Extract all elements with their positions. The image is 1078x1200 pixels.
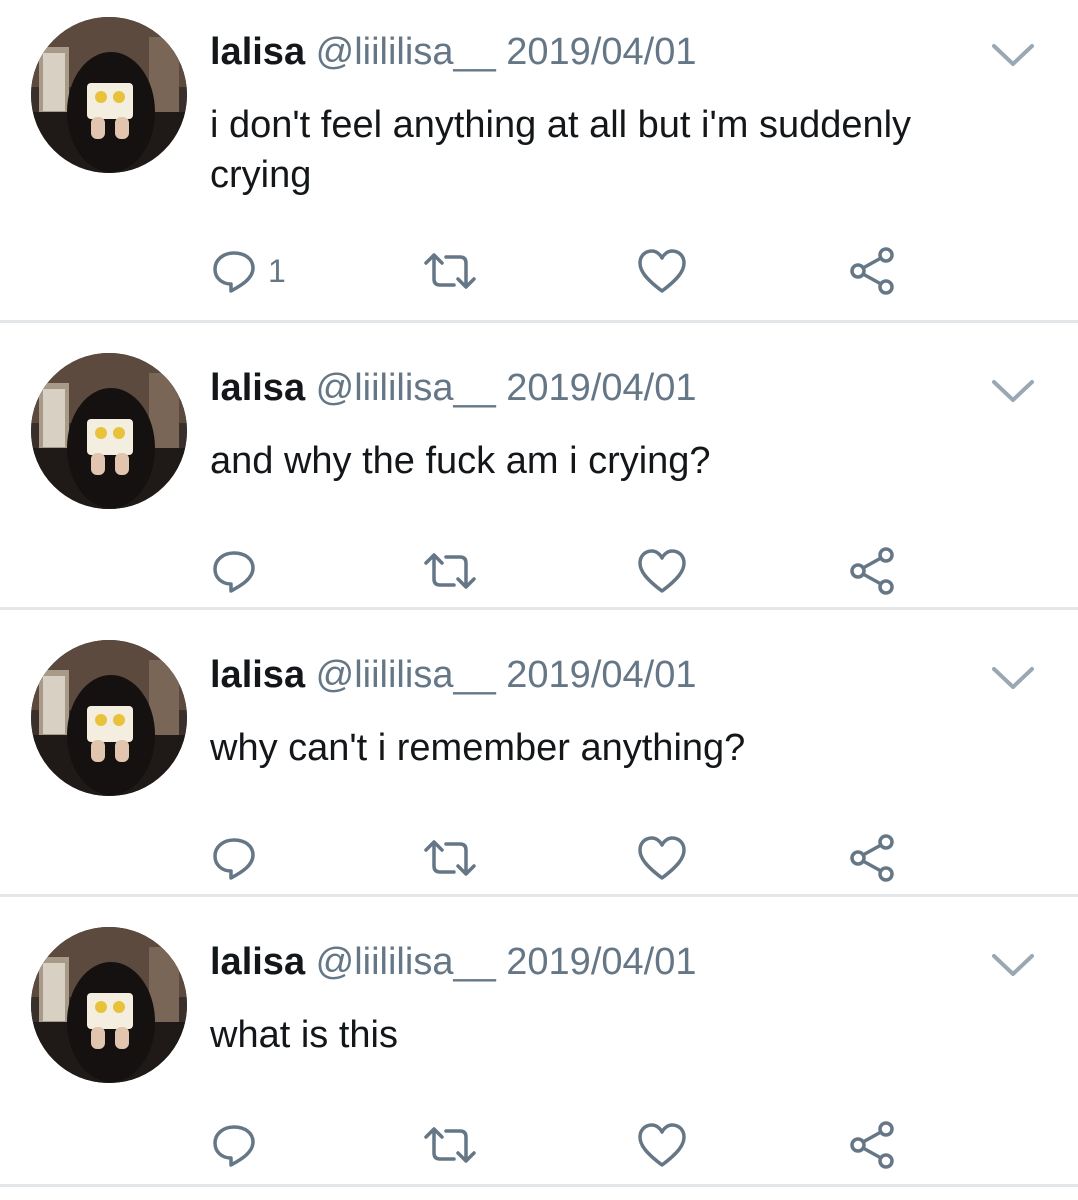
avatar[interactable] bbox=[31, 353, 187, 509]
tweet-text: why can't i remember anything? bbox=[210, 727, 746, 769]
reply-icon bbox=[210, 247, 258, 295]
chevron-down-icon[interactable] bbox=[990, 40, 1036, 70]
like-button[interactable] bbox=[636, 243, 688, 299]
tweet-header: lalisa @liililisa__ 2019/04/01 bbox=[210, 364, 696, 412]
tweet-actions: 1 bbox=[0, 243, 1078, 299]
chevron-down-icon[interactable] bbox=[990, 950, 1036, 980]
share-icon bbox=[846, 832, 898, 884]
chevron-down-icon[interactable] bbox=[990, 376, 1036, 406]
user-handle[interactable]: @liililisa__ bbox=[316, 31, 496, 73]
reply-button[interactable] bbox=[210, 830, 268, 886]
tweet[interactable]: lalisa @liililisa__ 2019/04/01 i don't f… bbox=[0, 0, 1078, 323]
like-button[interactable] bbox=[636, 830, 688, 886]
tweet[interactable]: lalisa @liililisa__ 2019/04/01 and why t… bbox=[0, 323, 1078, 610]
tweet[interactable]: lalisa @liililisa__ 2019/04/01 what is t… bbox=[0, 897, 1078, 1187]
tweet-header: lalisa @liililisa__ 2019/04/01 bbox=[210, 651, 696, 699]
tweet-text: i don't feel anything at all but i'm sud… bbox=[210, 104, 912, 196]
avatar[interactable] bbox=[31, 17, 187, 173]
user-handle[interactable]: @liililisa__ bbox=[316, 654, 496, 696]
avatar[interactable] bbox=[31, 927, 187, 1083]
share-icon bbox=[846, 245, 898, 297]
tweet-date[interactable]: 2019/04/01 bbox=[506, 367, 696, 409]
share-button[interactable] bbox=[846, 830, 898, 886]
tweet-date[interactable]: 2019/04/01 bbox=[506, 941, 696, 983]
tweet-actions bbox=[0, 543, 1078, 599]
avatar[interactable] bbox=[31, 640, 187, 796]
chevron-down-icon[interactable] bbox=[990, 663, 1036, 693]
heart-icon bbox=[636, 834, 688, 882]
reply-button[interactable] bbox=[210, 1117, 268, 1173]
share-button[interactable] bbox=[846, 1117, 898, 1173]
display-name[interactable]: lalisa bbox=[210, 941, 305, 983]
user-handle[interactable]: @liililisa__ bbox=[316, 941, 496, 983]
share-button[interactable] bbox=[846, 543, 898, 599]
display-name[interactable]: lalisa bbox=[210, 367, 305, 409]
tweet-date[interactable]: 2019/04/01 bbox=[506, 31, 696, 73]
retweet-button[interactable] bbox=[420, 243, 480, 299]
tweet-feed: lalisa @liililisa__ 2019/04/01 i don't f… bbox=[0, 0, 1078, 1200]
share-button[interactable] bbox=[846, 243, 898, 299]
heart-icon bbox=[636, 247, 688, 295]
tweet-actions bbox=[0, 830, 1078, 886]
tweet-header: lalisa @liililisa__ 2019/04/01 bbox=[210, 938, 696, 986]
like-button[interactable] bbox=[636, 543, 688, 599]
tweet[interactable]: lalisa @liililisa__ 2019/04/01 why can't… bbox=[0, 610, 1078, 897]
tweet-actions bbox=[0, 1117, 1078, 1173]
display-name[interactable]: lalisa bbox=[210, 654, 305, 696]
tweet-date[interactable]: 2019/04/01 bbox=[506, 654, 696, 696]
share-icon bbox=[846, 545, 898, 597]
reply-button[interactable]: 1 bbox=[210, 243, 286, 299]
retweet-icon bbox=[420, 547, 480, 595]
display-name[interactable]: lalisa bbox=[210, 31, 305, 73]
retweet-icon bbox=[420, 1121, 480, 1169]
user-handle[interactable]: @liililisa__ bbox=[316, 367, 496, 409]
tweet-text: and why the fuck am i crying? bbox=[210, 440, 711, 482]
heart-icon bbox=[636, 1121, 688, 1169]
reply-icon bbox=[210, 547, 258, 595]
like-button[interactable] bbox=[636, 1117, 688, 1173]
reply-icon bbox=[210, 1121, 258, 1169]
retweet-button[interactable] bbox=[420, 543, 480, 599]
reply-icon bbox=[210, 834, 258, 882]
heart-icon bbox=[636, 547, 688, 595]
reply-button[interactable] bbox=[210, 543, 268, 599]
share-icon bbox=[846, 1119, 898, 1171]
retweet-icon bbox=[420, 247, 480, 295]
retweet-icon bbox=[420, 834, 480, 882]
retweet-button[interactable] bbox=[420, 1117, 480, 1173]
tweet-text: what is this bbox=[210, 1014, 398, 1056]
tweet-header: lalisa @liililisa__ 2019/04/01 bbox=[210, 28, 696, 76]
retweet-button[interactable] bbox=[420, 830, 480, 886]
reply-count: 1 bbox=[268, 252, 286, 289]
